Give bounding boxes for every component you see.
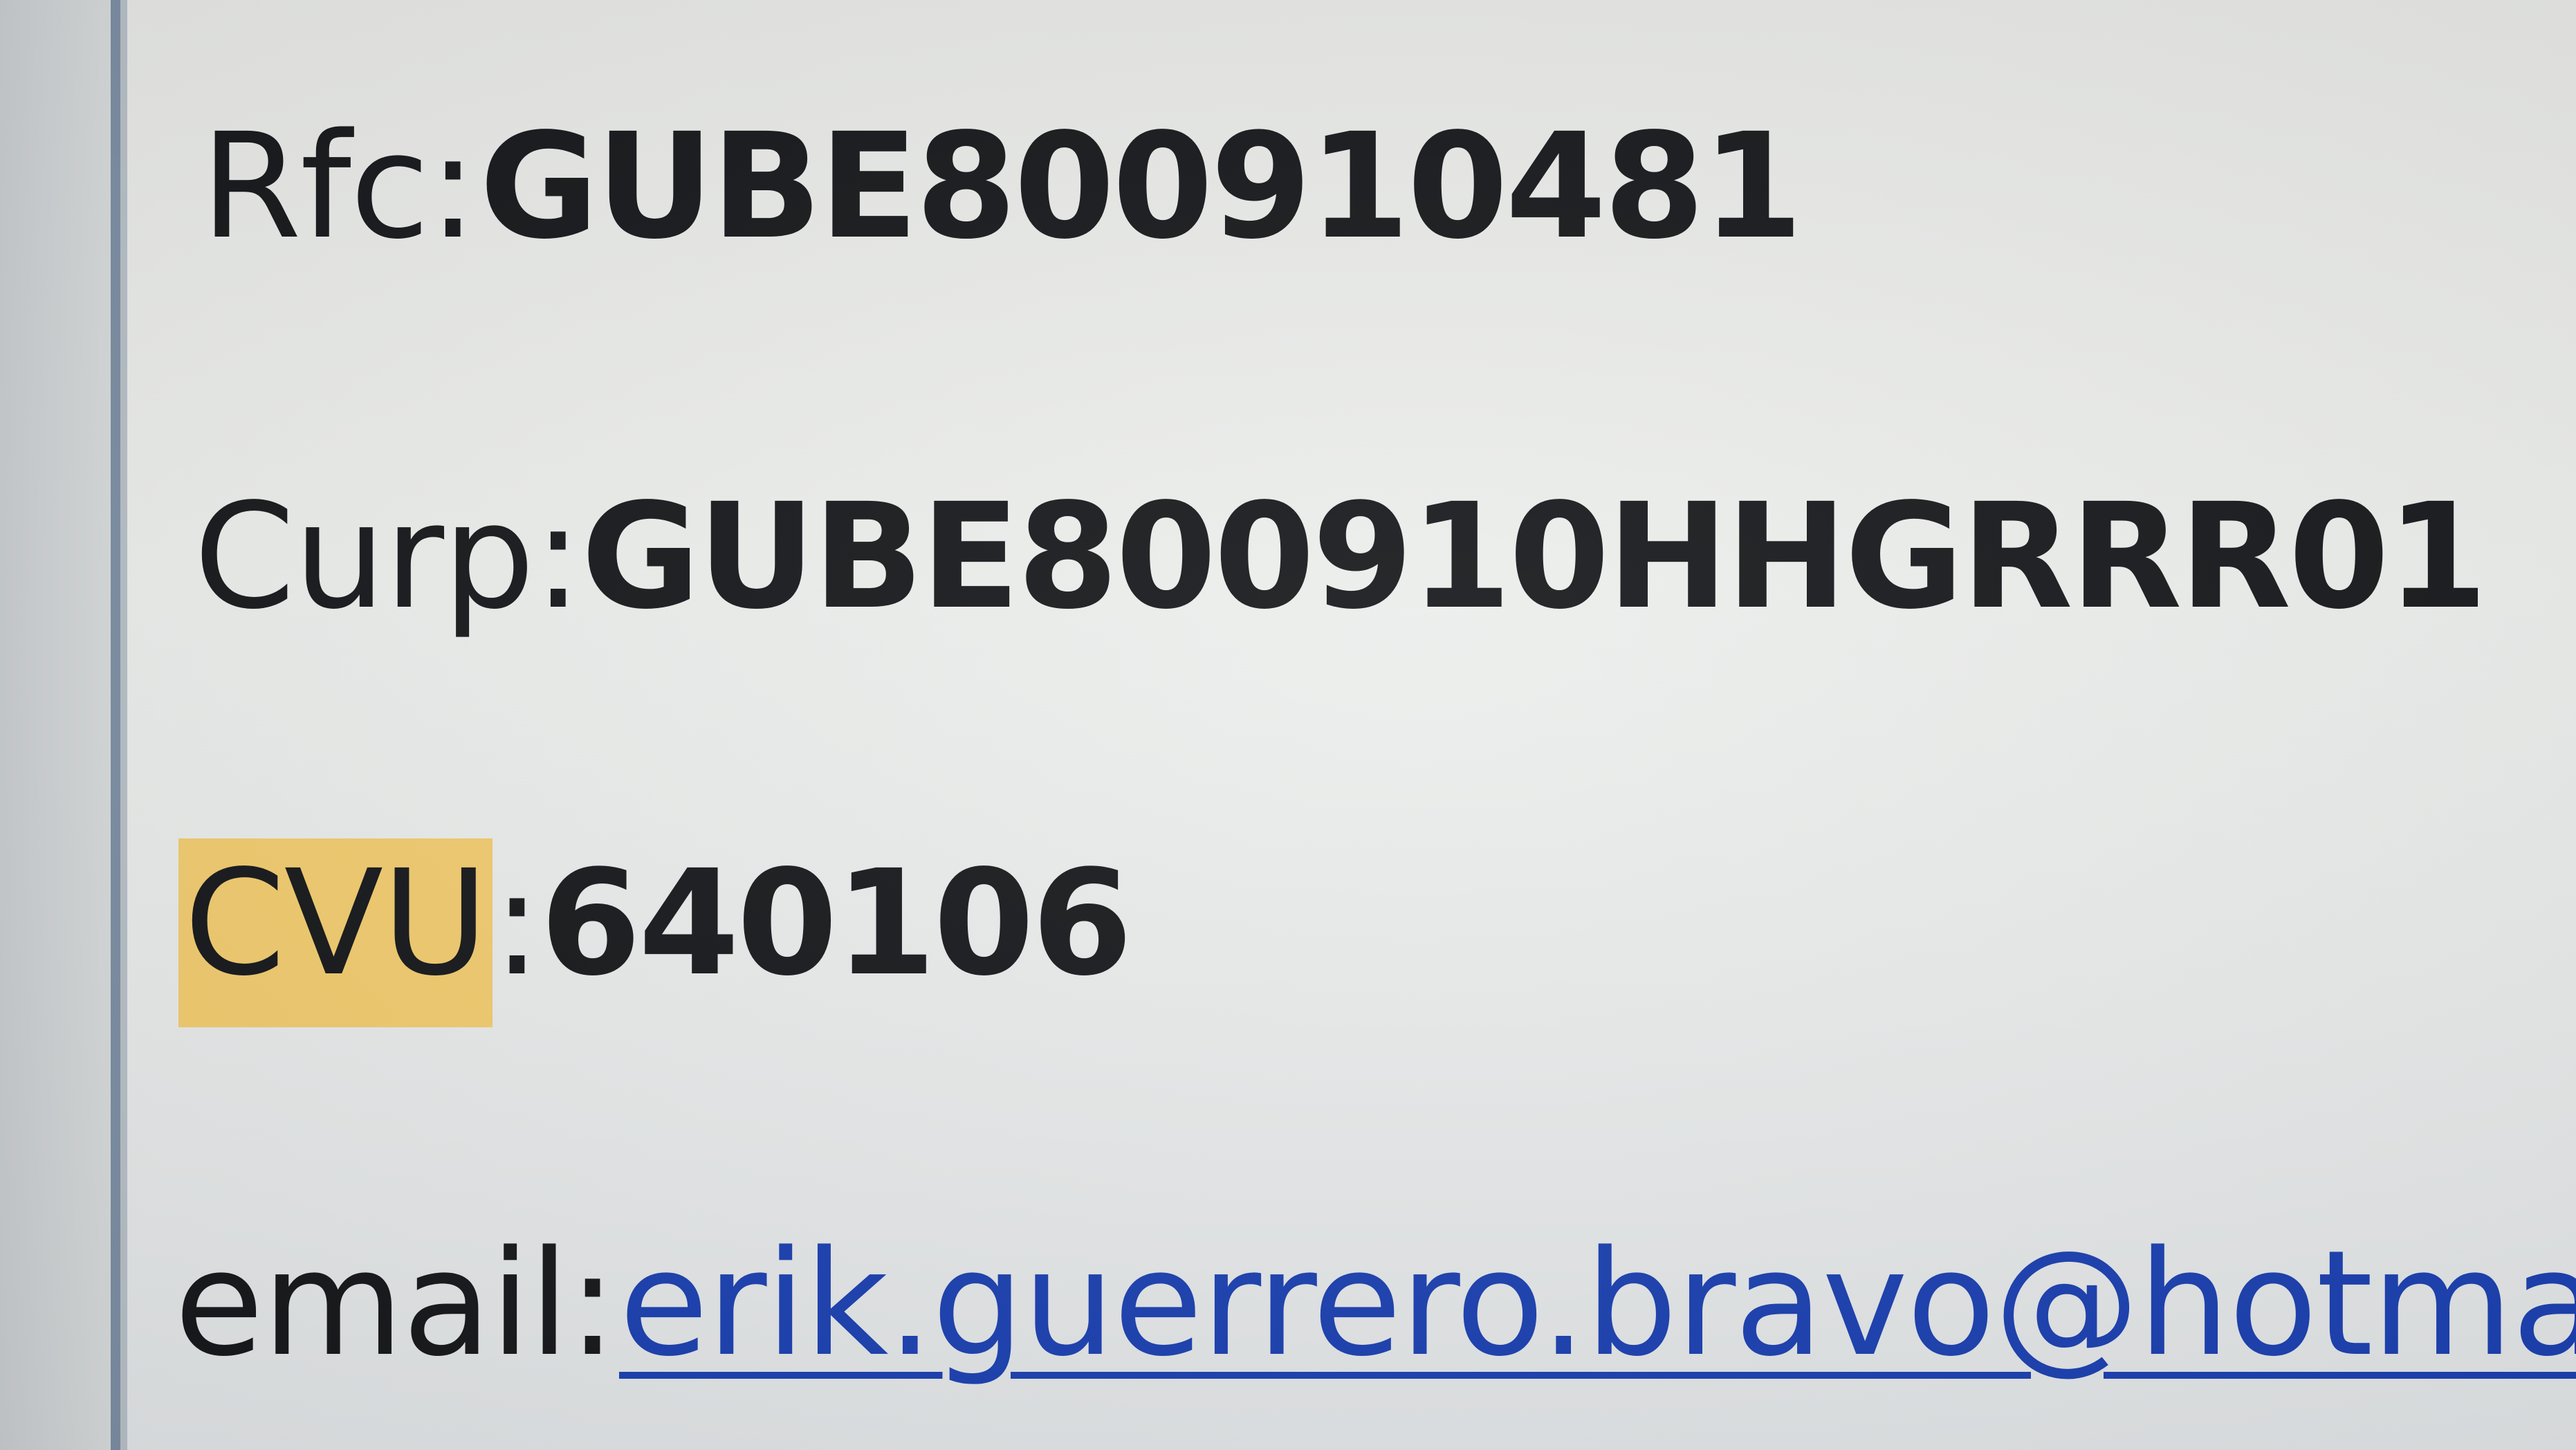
- curp-label: Curp:: [194, 472, 582, 641]
- rfc-value: GUBE800910481: [479, 102, 1803, 271]
- column-border: [111, 0, 120, 1450]
- cvu-line: CVU:640106: [178, 838, 1132, 1027]
- document-view: Rfc: GUBE800910481 Curp:GUBE800910HHGRRR…: [0, 0, 2576, 1450]
- rfc-line: Rfc: GUBE800910481: [201, 114, 1803, 259]
- email-line: email: erik.guerrero.bravo@hotma: [174, 1231, 2576, 1377]
- rfc-label: Rfc:: [201, 102, 477, 271]
- cvu-separator: :: [493, 838, 542, 1008]
- email-label: email:: [174, 1219, 617, 1388]
- cvu-label-highlighted: CVU: [178, 838, 493, 1027]
- curp-line: Curp:GUBE800910HHGRRR01: [194, 484, 2487, 630]
- email-link[interactable]: erik.guerrero.bravo@hotma: [619, 1219, 2576, 1388]
- curp-value: GUBE800910HHGRRR01: [581, 472, 2487, 641]
- column-border-shadow: [120, 0, 127, 1450]
- left-gutter: [0, 0, 111, 1450]
- cvu-value: 640106: [540, 838, 1133, 1008]
